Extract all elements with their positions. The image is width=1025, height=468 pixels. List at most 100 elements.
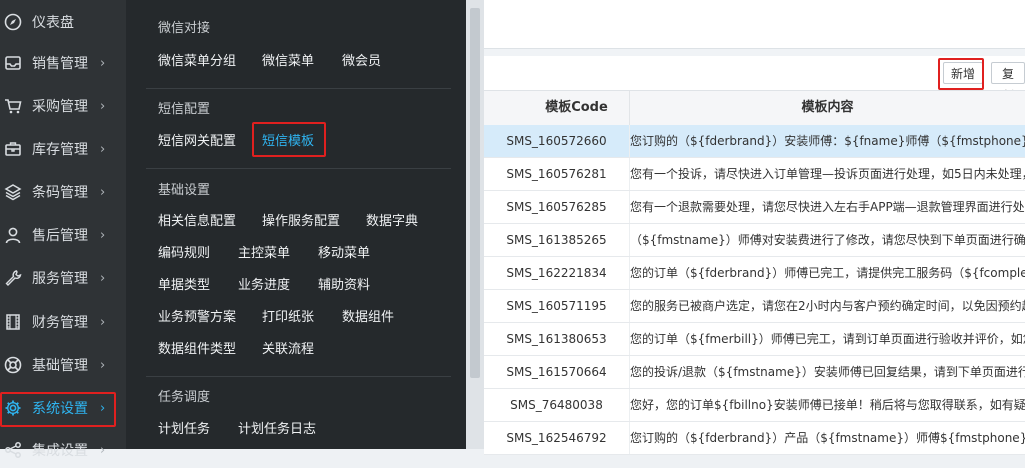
cell-code: SMS_161385265 [484, 224, 630, 256]
menu-link-mobile-menu[interactable]: 移动菜单 [318, 242, 370, 261]
table-row[interactable]: SMS_76480038 您好，您的订单${fbillno}安装师傅已接单！稍后… [484, 389, 1025, 422]
section-title-basic: 基础设置 [158, 183, 211, 198]
toolbar: 新增 复制 [484, 56, 1025, 103]
column-header-code[interactable]: 模板Code [524, 91, 630, 125]
sidebar-item-purchase[interactable]: 采购管理 › [0, 88, 126, 124]
gear-icon [2, 397, 24, 419]
section-title-wechat: 微信对接 [158, 21, 211, 36]
menu-scrollbar-thumb[interactable] [470, 8, 480, 378]
chevron-right-icon: › [100, 227, 106, 243]
sidebar-item-integration[interactable]: 集成设置 › [0, 432, 126, 468]
menu-link-wechat-menu[interactable]: 微信菜单 [262, 50, 314, 69]
sidebar-item-label: 销售管理 [32, 56, 88, 72]
sidebar-item-label: 集成设置 [32, 443, 88, 459]
chevron-right-icon: › [100, 357, 106, 373]
menu-link-info-config[interactable]: 相关信息配置 [158, 210, 236, 229]
table-row[interactable]: SMS_162221834 您的订单（${fderbrand}）师傅已完工，请提… [484, 257, 1025, 290]
table-row[interactable]: SMS_160571195 您的服务已被商户选定，请您在2小时内与客户预约确定时… [484, 290, 1025, 323]
cell-code: SMS_162221834 [484, 257, 630, 289]
share-icon [2, 439, 24, 461]
menu-link-scheduled-task-log[interactable]: 计划任务日志 [238, 418, 316, 437]
menu-link-data-dictionary[interactable]: 数据字典 [366, 210, 418, 229]
menu-link-operation-config[interactable]: 操作服务配置 [262, 210, 340, 229]
menu-link-wechat-member[interactable]: 微会员 [342, 50, 381, 69]
briefcase-icon [2, 138, 24, 160]
chevron-right-icon: › [100, 184, 106, 200]
cell-code: SMS_76480038 [484, 389, 630, 421]
menu-link-wechat-menu-group[interactable]: 微信菜单分组 [158, 50, 236, 69]
table-row[interactable]: SMS_161385265 （${fmstname}）师傅对安装费进行了修改，请… [484, 224, 1025, 257]
copy-button[interactable]: 复制 [991, 62, 1025, 103]
menu-link-sms-template[interactable]: 短信模板 [262, 130, 314, 149]
cell-content: 您订购的（${fderbrand}）产品（${fmstname}）师傅${fms… [630, 431, 1025, 445]
cell-code: SMS_162546792 [484, 422, 630, 454]
sidebar-item-label: 库存管理 [32, 142, 88, 158]
sidebar-item-system-settings[interactable]: 系统设置 › [0, 390, 126, 426]
user-icon [2, 224, 24, 246]
menu-link-data-component-type[interactable]: 数据组件类型 [158, 338, 236, 357]
menu-link-main-menu[interactable]: 主控菜单 [238, 242, 290, 261]
layers-icon [2, 181, 24, 203]
sidebar-item-sales[interactable]: 销售管理 › [0, 45, 126, 81]
cell-code: SMS_160571195 [484, 290, 630, 322]
table-row[interactable]: SMS_162546792 您订购的（${fderbrand}）产品（${fms… [484, 422, 1025, 455]
menu-link-print-paper[interactable]: 打印纸张 [262, 306, 314, 325]
table-row[interactable]: SMS_160572660 您订购的（${fderbrand}）安装师傅：${f… [484, 125, 1025, 158]
add-button[interactable]: 新增 [943, 62, 984, 84]
sidebar-item-barcode[interactable]: 条码管理 › [0, 174, 126, 210]
sidebar-item-dashboard[interactable]: 仪表盘 [0, 4, 126, 40]
sidebar-item-inventory[interactable]: 库存管理 › [0, 131, 126, 167]
table-row[interactable]: SMS_160576285 您有一个退款需要处理，请您尽快进入左右手APP端—退… [484, 191, 1025, 224]
divider [146, 376, 451, 377]
sidebar-item-label: 售后管理 [32, 228, 88, 244]
section-title-task: 任务调度 [158, 390, 211, 405]
menu-link-related-process[interactable]: 关联流程 [262, 338, 314, 357]
wrench-icon [2, 267, 24, 289]
chevron-right-icon: › [100, 98, 106, 114]
cell-content: （${fmstname}）师傅对安装费进行了修改，请您尽快到下单页面进行确认 [630, 233, 1025, 247]
cell-content: 您的服务已被商户选定，请您在2小时内与客户预约确定时间，以免因预约超 [630, 299, 1025, 313]
menu-link-business-alert[interactable]: 业务预警方案 [158, 306, 236, 325]
top-bar [484, 0, 1025, 49]
sidebar-item-finance[interactable]: 财务管理 › [0, 304, 126, 340]
chevron-right-icon: › [100, 270, 106, 286]
menu-link-data-component[interactable]: 数据组件 [342, 306, 394, 325]
chevron-right-icon: › [100, 314, 106, 330]
cell-content: 您的订单（${fmerbill}）师傅已完工，请到订单页面进行验收并评价，如您 [630, 332, 1025, 346]
menu-link-sms-gateway[interactable]: 短信网关配置 [158, 130, 236, 149]
menu-link-bill-type[interactable]: 单据类型 [158, 274, 210, 293]
film-icon [2, 311, 24, 333]
cell-content: 您的订单（${fderbrand}）师傅已完工，请提供完工服务码（${fcomp… [630, 266, 1025, 280]
inbox-icon [2, 52, 24, 74]
chevron-right-icon: › [100, 55, 106, 71]
chevron-right-icon: › [100, 141, 106, 157]
cell-content: 您有一个投诉，请尽快进入订单管理—投诉页面进行处理，如5日内未处理， [630, 167, 1025, 181]
sidebar-item-label: 服务管理 [32, 271, 88, 287]
menu-link-scheduled-task[interactable]: 计划任务 [158, 418, 210, 437]
sidebar-item-service[interactable]: 服务管理 › [0, 260, 126, 296]
cell-code: SMS_160572660 [484, 125, 630, 157]
cell-code: SMS_160576285 [484, 191, 630, 223]
compass-icon [2, 11, 24, 33]
sidebar-item-basic[interactable]: 基础管理 › [0, 347, 126, 383]
column-header-content[interactable]: 模板内容 [630, 91, 1025, 125]
cell-content: 您有一个退款需要处理，请您尽快进入左右手APP端—退款管理界面进行处 [630, 200, 1025, 214]
table-row[interactable]: SMS_161380653 您的订单（${fmerbill}）师傅已完工，请到订… [484, 323, 1025, 356]
table-row[interactable]: SMS_161570664 您的投诉/退款（${fmstname}）安装师傅已回… [484, 356, 1025, 389]
sidebar-item-aftersales[interactable]: 售后管理 › [0, 217, 126, 253]
system-settings-mega-menu: 微信对接 微信菜单分组 微信菜单 微会员 短信配置 短信网关配置 短信模板 基础… [126, 0, 466, 449]
cell-content: 您订购的（${fderbrand}）安装师傅：${fname}师傅（${fmst… [630, 134, 1025, 148]
cell-content: 您的投诉/退款（${fmstname}）安装师傅已回复结果，请到下单页面进行查 [630, 365, 1025, 379]
cell-code: SMS_160576281 [484, 158, 630, 190]
cell-content: 您好，您的订单${fbillno}安装师傅已接单！稍后将与您取得联系，如有疑问 [630, 398, 1025, 412]
table-header: 模板Code 模板内容 [484, 90, 1025, 126]
section-title-sms: 短信配置 [158, 102, 211, 117]
table-row[interactable]: SMS_160576281 您有一个投诉，请尽快进入订单管理—投诉页面进行处理，… [484, 158, 1025, 191]
sidebar-item-label: 采购管理 [32, 99, 88, 115]
sidebar-item-label: 仪表盘 [32, 15, 74, 31]
sidebar-item-label: 财务管理 [32, 315, 88, 331]
menu-link-coding-rules[interactable]: 编码规则 [158, 242, 210, 261]
divider [146, 88, 451, 89]
menu-link-aux-data[interactable]: 辅助资料 [318, 274, 370, 293]
menu-link-business-progress[interactable]: 业务进度 [238, 274, 290, 293]
